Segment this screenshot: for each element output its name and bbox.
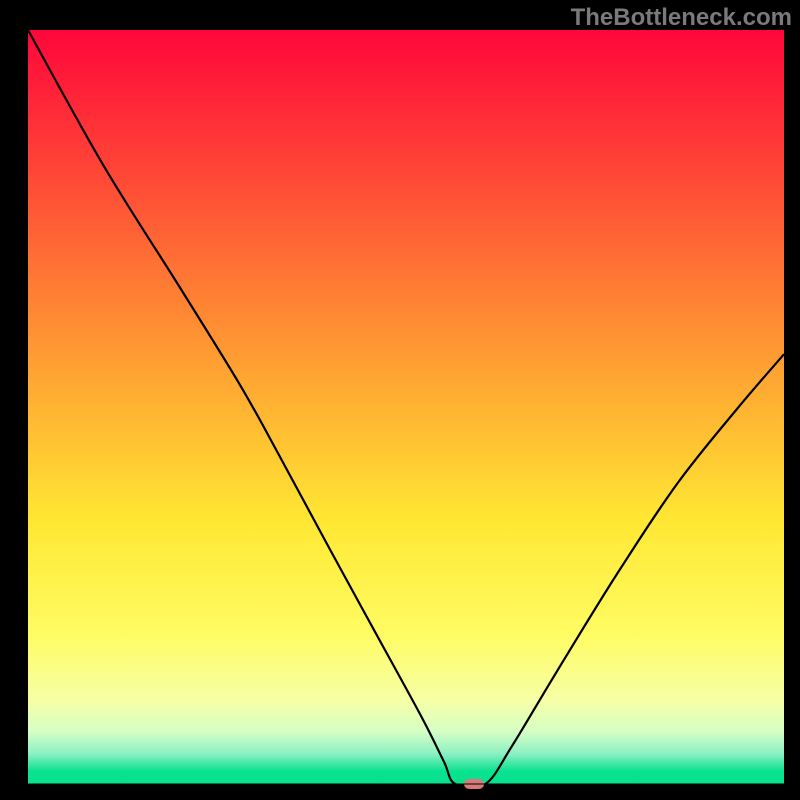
- plot-background: [28, 30, 784, 784]
- bottleneck-chart: [0, 0, 800, 800]
- chart-container: TheBottleneck.com: [0, 0, 800, 800]
- watermark-text: TheBottleneck.com: [571, 4, 792, 32]
